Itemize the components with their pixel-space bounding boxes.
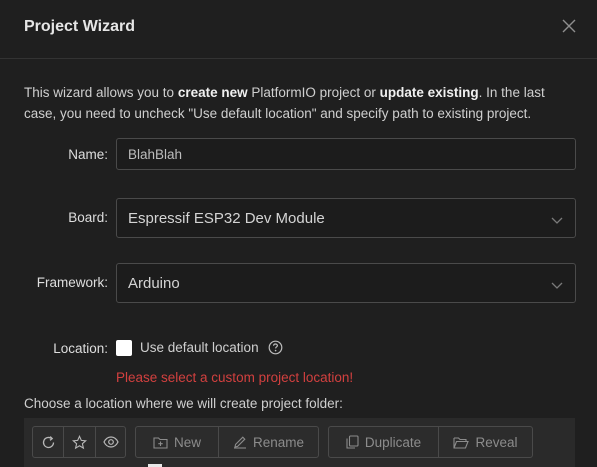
reveal-button[interactable]: Reveal <box>438 426 533 458</box>
framework-label-text: Framework <box>36 275 105 290</box>
close-icon[interactable] <box>562 19 582 39</box>
name-label-text: Name <box>68 147 105 162</box>
reveal-button-label: Reveal <box>475 434 518 450</box>
pencil-icon <box>233 435 247 449</box>
dialog-header: Project Wizard <box>0 0 597 59</box>
default-location-label[interactable]: Use default location <box>140 340 259 355</box>
choose-location-text: Choose a location where we will create p… <box>24 396 343 411</box>
chevron-down-icon <box>551 212 563 230</box>
intro-bold-create-new: create new <box>177 85 248 100</box>
rename-button[interactable]: Rename <box>218 426 319 458</box>
duplicate-button-label: Duplicate <box>364 434 422 450</box>
location-error-message: Please select a custom project location! <box>116 370 354 385</box>
refresh-icon <box>41 435 56 450</box>
intro-text-part: This wizard allows you to <box>24 85 178 100</box>
board-select[interactable]: Espressif ESP32 Dev Module <box>116 198 576 238</box>
dialog-title: Project Wizard <box>24 18 135 35</box>
copy-icon <box>346 435 359 449</box>
rename-button-label: Rename <box>252 434 305 450</box>
new-folder-button[interactable]: New <box>135 426 219 458</box>
folder-browser-toolbar: New Rename Duplicate Reveal <box>24 418 575 467</box>
new-folder-icon <box>153 436 168 449</box>
favorite-button[interactable] <box>63 426 96 458</box>
name-label: Name: <box>68 147 108 162</box>
chevron-down-icon <box>551 277 563 295</box>
intro-text-part: PlatformIO project or <box>247 85 380 100</box>
new-button-label: New <box>173 434 201 450</box>
eye-icon <box>102 436 119 448</box>
location-label: Location: <box>53 341 108 356</box>
framework-select-value: Arduino <box>128 275 180 292</box>
duplicate-button[interactable]: Duplicate <box>328 426 439 458</box>
star-icon <box>72 434 87 450</box>
board-label: Board: <box>68 210 108 225</box>
help-circle-icon[interactable] <box>268 340 283 360</box>
framework-label: Framework: <box>36 275 108 290</box>
project-wizard-dialog: Project Wizard This wizard allows you to… <box>0 0 597 467</box>
board-select-value: Espressif ESP32 Dev Module <box>128 210 325 227</box>
refresh-button[interactable] <box>32 426 64 458</box>
name-input-value: BlahBlah <box>128 147 183 162</box>
board-label-text: Board <box>68 210 105 225</box>
intro-bold-update-existing: update existing <box>379 85 479 100</box>
framework-select[interactable]: Arduino <box>116 263 576 303</box>
wizard-intro-text: This wizard allows you to create new Pla… <box>24 82 579 124</box>
folder-open-icon <box>453 436 470 449</box>
toggle-hidden-button[interactable] <box>95 426 126 458</box>
name-input[interactable]: BlahBlah <box>116 138 576 170</box>
default-location-checkbox[interactable] <box>116 340 132 356</box>
location-label-text: Location <box>53 341 105 356</box>
